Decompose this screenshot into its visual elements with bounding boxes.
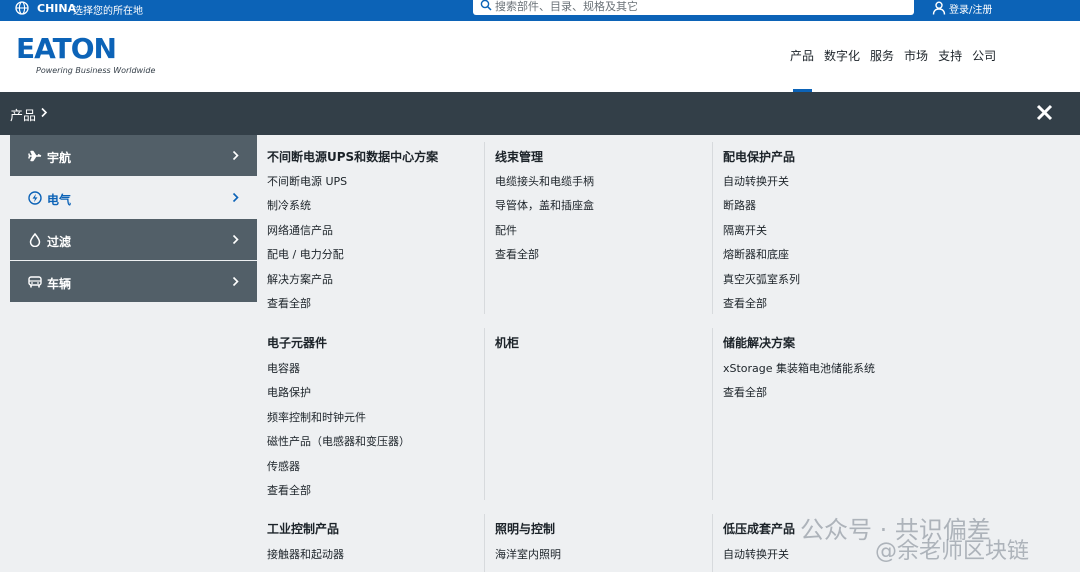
column-divider [712,514,713,572]
search-icon[interactable] [480,0,492,11]
utility-bar: CHINA 选择您的所在地 登录/注册 [0,0,1080,21]
logo-tagline: Powering Business Worldwide [36,66,156,75]
sidebar-item-vehicle[interactable]: 车辆 [10,261,257,302]
sidebar-item-electrical[interactable]: 电气 [10,177,257,218]
column-divider [484,514,485,572]
nav-support[interactable]: 支持 [938,47,962,64]
chevron-right-icon [232,150,239,161]
chevron-right-icon [232,234,239,245]
main-nav: 产品 数字化 服务 市场 支持 公司 [790,47,996,92]
section-title[interactable]: 机柜 [495,334,519,351]
section-link[interactable]: 自动转换开关 [723,546,789,562]
section-link[interactable]: 电路保护 [267,384,311,400]
section-title[interactable]: 不间断电源UPS和数据中心方案 [267,148,438,165]
region-selector[interactable]: CHINA [37,2,76,15]
section-link[interactable]: 熔断器和底座 [723,246,789,262]
section-link[interactable]: 海洋室内照明 [495,546,561,562]
section-title[interactable]: 电子元器件 [267,334,327,351]
section-title[interactable]: 配电保护产品 [723,148,795,165]
section-link[interactable]: 配件 [495,222,517,238]
eaton-logo[interactable]: EATON Powering Business Worldwide [16,32,156,76]
logo-wordmark: EATON [16,32,117,65]
login-button[interactable]: 登录/注册 [932,0,992,16]
view-all-link[interactable]: 查看全部 [267,482,311,498]
nav-services[interactable]: 服务 [870,47,894,64]
column-divider [484,142,485,314]
car-icon [28,276,42,288]
sidebar-item-label: 车辆 [47,277,72,291]
sidebar-item-label: 宇航 [47,151,72,165]
droplet-icon [29,233,41,247]
sidebar-item-label: 电气 [47,193,72,207]
search-input[interactable] [493,0,903,15]
login-label: 登录/注册 [949,4,993,16]
chevron-right-icon [232,276,239,287]
search-box [473,0,914,15]
section-title[interactable]: 线束管理 [495,148,543,165]
category-sidebar: 宇航 电气 过滤 车辆 [10,135,257,303]
section-link[interactable]: 电缆接头和电缆手柄 [495,173,594,189]
section-link[interactable]: 隔离开关 [723,222,767,238]
section-link[interactable]: 频率控制和时钟元件 [267,409,366,425]
plane-icon [28,150,42,162]
nav-digital[interactable]: 数字化 [824,47,860,64]
view-all-link[interactable]: 查看全部 [267,295,311,311]
chevron-right-icon [232,192,239,203]
nav-markets[interactable]: 市场 [904,47,928,64]
breadcrumb[interactable]: 产品 [10,105,36,124]
region-hint[interactable]: 选择您的所在地 [73,2,143,17]
chevron-right-icon [41,107,48,118]
globe-icon[interactable] [15,1,29,15]
user-icon [932,1,946,15]
section-link[interactable]: xStorage 集装箱电池储能系统 [723,360,875,376]
nav-products[interactable]: 产品 [790,47,814,92]
close-icon[interactable] [1036,104,1053,121]
section-title[interactable]: 低压成套产品 [723,520,795,537]
section-link[interactable]: 网络通信产品 [267,222,333,238]
mega-menu-header: 产品 [0,92,1080,135]
section-link[interactable]: 传感器 [267,458,300,474]
lightning-icon [28,191,42,205]
section-link[interactable]: 自动转换开关 [723,173,789,189]
section-link[interactable]: 电容器 [267,360,300,376]
section-title[interactable]: 储能解决方案 [723,334,795,351]
section-link[interactable]: 解决方案产品 [267,271,333,287]
sidebar-item-filtration[interactable]: 过滤 [10,219,257,260]
section-title[interactable]: 照明与控制 [495,520,555,537]
section-link[interactable]: 配电 / 电力分配 [267,246,344,262]
sidebar-item-label: 过滤 [47,235,72,249]
section-title[interactable]: 工业控制产品 [267,520,339,537]
nav-company[interactable]: 公司 [972,47,996,64]
section-link[interactable]: 断路器 [723,197,756,213]
column-divider [484,328,485,500]
site-header: EATON Powering Business Worldwide 产品 数字化… [0,21,1080,92]
watermark-text: @余老师区块链 [875,539,1030,564]
view-all-link[interactable]: 查看全部 [723,384,767,400]
sidebar-item-aerospace[interactable]: 宇航 [10,135,257,176]
section-link[interactable]: 真空灭弧室系列 [723,271,800,287]
view-all-link[interactable]: 查看全部 [495,246,539,262]
section-link[interactable]: 不间断电源 UPS [267,173,347,189]
section-link[interactable]: 导管体，盖和插座盒 [495,197,594,213]
section-link[interactable]: 接触器和起动器 [267,546,344,562]
section-link[interactable]: 磁性产品（电感器和变压器） [267,433,410,449]
column-divider [712,142,713,314]
section-link[interactable]: 制冷系统 [267,197,311,213]
column-divider [712,328,713,500]
view-all-link[interactable]: 查看全部 [723,295,767,311]
